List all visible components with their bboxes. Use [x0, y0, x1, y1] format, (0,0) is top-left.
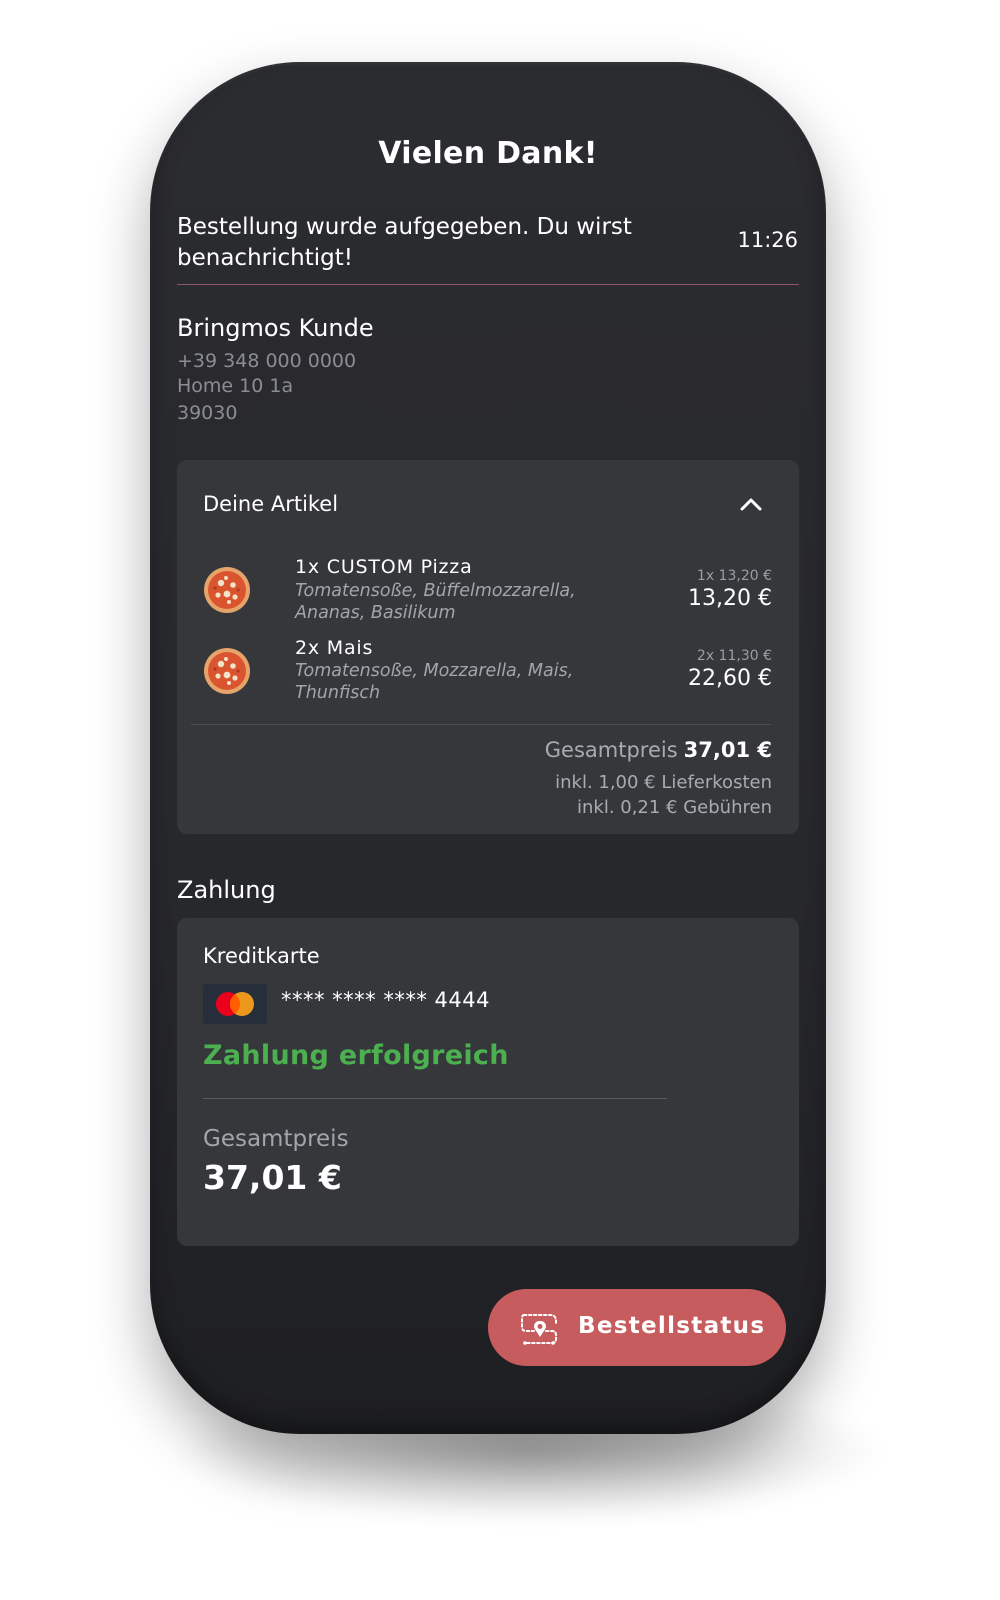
phone-screen: Vielen Dank! Bestellung wurde aufgegeben… — [150, 62, 826, 1434]
item-name: 1x CUSTOM Pizza — [295, 556, 473, 578]
item-description: Tomatensoße, Büffelmozzarella, Ananas, B… — [295, 581, 576, 623]
articles-total-label: Gesamtpreis — [544, 738, 678, 762]
item-unit-price: 2x 11,30 € — [696, 648, 772, 664]
route-icon — [521, 1314, 557, 1345]
pizza-icon — [204, 567, 250, 613]
item-description: Tomatensoße, Mozzarella, Mais, Thunfisch — [295, 661, 574, 703]
item-unit-price: 1x 13,20 € — [696, 568, 772, 584]
page-title: Vielen Dank! — [378, 136, 598, 171]
order-time: 11:26 — [737, 228, 798, 252]
customer-phone: +39 348 000 0000 — [177, 350, 357, 372]
order-confirmation-message: Bestellung wurde aufgegeben. Du wirst be… — [177, 214, 632, 271]
delivery-cost: inkl. 1,00 € Lieferkosten — [555, 772, 772, 793]
order-status-label: Bestellstatus — [578, 1313, 766, 1339]
chevron-up-icon[interactable] — [739, 496, 763, 512]
payment-method: Kreditkarte — [203, 944, 320, 968]
payment-status: Zahlung erfolgreich — [203, 1040, 509, 1071]
customer-zip: 39030 — [177, 402, 238, 424]
card-number: **** **** **** 4444 — [281, 988, 490, 1012]
payment-section-title: Zahlung — [177, 876, 276, 904]
articles-card: Deine Artikel 1x CUSTOM Pizza Tomatensoß… — [177, 460, 799, 834]
payment-total-label: Gesamtpreis — [203, 1126, 349, 1152]
item-name: 2x Mais — [295, 637, 374, 659]
fees: inkl. 0,21 € Gebühren — [576, 797, 772, 818]
item-total-price: 13,20 € — [688, 586, 772, 611]
customer-name: Bringmos Kunde — [177, 314, 374, 342]
payment-total-value: 37,01 € — [203, 1158, 342, 1197]
order-status-button[interactable]: Bestellstatus — [488, 1289, 786, 1366]
customer-address: Home 10 1a — [177, 375, 294, 397]
articles-title: Deine Artikel — [203, 492, 339, 516]
pizza-icon — [204, 648, 250, 694]
payment-divider — [203, 1098, 667, 1099]
articles-divider — [191, 724, 771, 725]
item-total-price: 22,60 € — [688, 666, 772, 691]
header-divider — [177, 284, 799, 285]
articles-total-value: 37,01 € — [683, 738, 772, 762]
payment-card: Kreditkarte **** **** **** 4444 Zahlung … — [177, 918, 799, 1246]
articles-total-row: Gesamtpreis 37,01 € — [545, 738, 772, 762]
mastercard-icon — [203, 984, 267, 1024]
